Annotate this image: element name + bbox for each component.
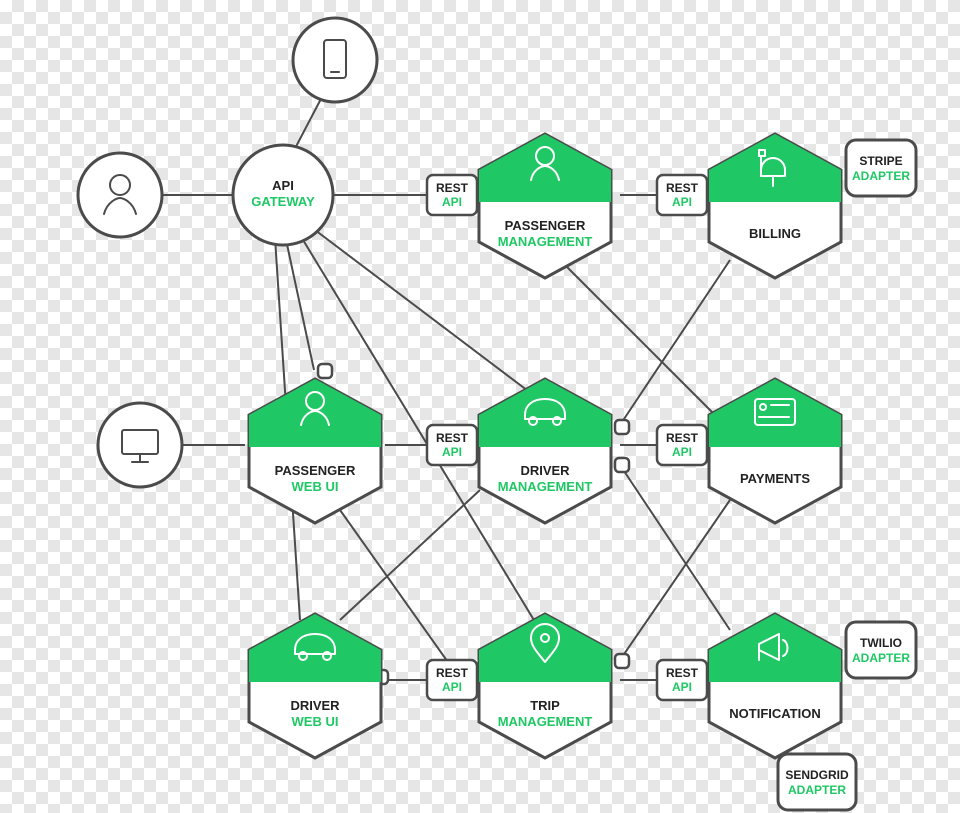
rest-api-box: REST API [427, 175, 477, 215]
svg-text:SENDGRID: SENDGRID [785, 768, 849, 782]
svg-text:REST: REST [666, 181, 699, 195]
node-notification: NOTIFICATION [709, 614, 841, 758]
rest-api-box: REST API [427, 425, 477, 465]
svg-text:NOTIFICATION: NOTIFICATION [729, 706, 820, 721]
svg-text:PASSENGER: PASSENGER [275, 463, 356, 478]
circle-desktop [98, 403, 182, 487]
node-billing: BILLING [709, 134, 841, 278]
node-passenger-management: PASSENGER MANAGEMENT [479, 134, 611, 278]
svg-text:DRIVER: DRIVER [520, 463, 570, 478]
svg-text:API: API [442, 445, 462, 459]
gateway-line2: GATEWAY [251, 194, 315, 209]
node-driver-management: DRIVER MANAGEMENT [479, 379, 611, 523]
svg-text:REST: REST [666, 666, 699, 680]
svg-text:DRIVER: DRIVER [290, 698, 340, 713]
svg-text:ADAPTER: ADAPTER [852, 651, 910, 665]
rest-api-box: REST API [657, 175, 707, 215]
rest-api-box: REST API [657, 660, 707, 700]
svg-text:ADAPTER: ADAPTER [852, 169, 910, 183]
rest-api-box: REST API [657, 425, 707, 465]
circle-mobile [293, 18, 377, 102]
svg-text:ADAPTER: ADAPTER [788, 783, 846, 797]
svg-text:BILLING: BILLING [749, 226, 801, 241]
svg-text:WEB UI: WEB UI [292, 714, 339, 729]
svg-text:STRIPE: STRIPE [859, 154, 902, 168]
svg-text:REST: REST [436, 431, 469, 445]
svg-text:PAYMENTS: PAYMENTS [740, 471, 810, 486]
node-trip-management: TRIP MANAGEMENT [479, 614, 611, 758]
rest-api-box: REST API [427, 660, 477, 700]
svg-text:API: API [672, 680, 692, 694]
adapter-sendgrid: SENDGRID ADAPTER [778, 754, 856, 810]
svg-text:REST: REST [436, 181, 469, 195]
svg-text:REST: REST [666, 431, 699, 445]
svg-text:API: API [672, 445, 692, 459]
node-driver-web: DRIVER WEB UI [249, 614, 381, 758]
svg-text:API: API [672, 195, 692, 209]
svg-text:TWILIO: TWILIO [860, 636, 902, 650]
adapter-twilio: TWILIO ADAPTER [846, 622, 916, 678]
node-passenger-web: PASSENGER WEB UI [249, 379, 381, 523]
svg-text:REST: REST [436, 666, 469, 680]
svg-text:MANAGEMENT: MANAGEMENT [498, 479, 593, 494]
svg-text:MANAGEMENT: MANAGEMENT [498, 234, 593, 249]
circle-user [78, 153, 162, 237]
gateway-line1: API [272, 178, 294, 193]
svg-text:TRIP: TRIP [530, 698, 560, 713]
svg-text:API: API [442, 680, 462, 694]
svg-text:MANAGEMENT: MANAGEMENT [498, 714, 593, 729]
node-api-gateway: API GATEWAY [233, 145, 333, 245]
svg-text:API: API [442, 195, 462, 209]
svg-text:WEB UI: WEB UI [292, 479, 339, 494]
svg-text:PASSENGER: PASSENGER [505, 218, 586, 233]
adapter-stripe: STRIPE ADAPTER [846, 140, 916, 196]
